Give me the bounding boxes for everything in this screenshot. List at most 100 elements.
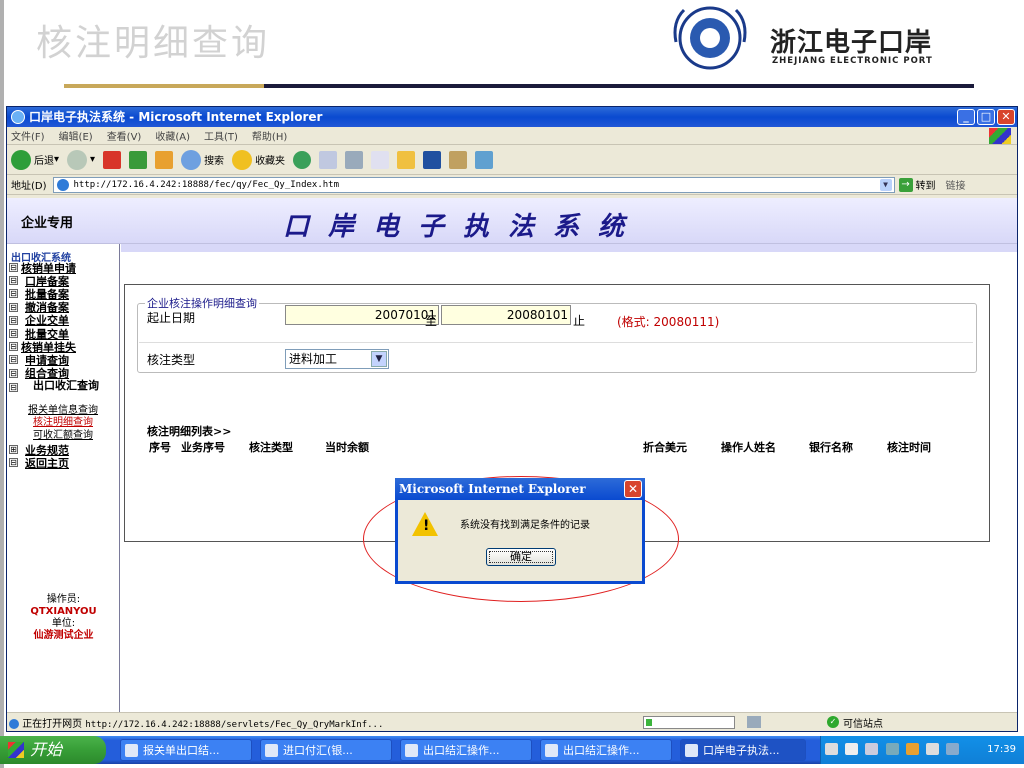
menu-favorites[interactable]: 收藏(A) [155, 128, 190, 143]
sidebar-subitem[interactable]: 核注明细查询 [7, 418, 119, 429]
collapse-icon[interactable]: ⊟ [9, 289, 18, 299]
collapse-icon[interactable]: ⊟ [9, 355, 18, 365]
menubar: 文件(F) 编辑(E) 查看(V) 收藏(A) 工具(T) 帮助(H) [7, 127, 1017, 145]
slide-title: 核注明细查询 [36, 23, 271, 64]
collapse-icon[interactable]: ⊟ [9, 342, 18, 352]
collapse-icon[interactable]: ⊟ [9, 263, 18, 273]
sidebar-item[interactable]: ⊟ 返回主页 [7, 456, 119, 470]
collapse-icon[interactable]: ⊟ [9, 329, 18, 339]
menu-help[interactable]: 帮助(H) [252, 128, 287, 143]
dialog-titlebar[interactable]: Microsoft Internet Explorer ✕ [395, 478, 645, 500]
window-icon [545, 744, 558, 757]
folder-icon[interactable] [397, 150, 416, 169]
end-date-input[interactable]: 20080101 [441, 305, 571, 325]
column-header: 序号 [149, 441, 171, 454]
clock: 17:39 [987, 744, 1016, 755]
messenger-icon[interactable] [423, 150, 442, 169]
taskbar-button[interactable]: 报关单出口结... [120, 739, 252, 761]
mail-icon[interactable] [319, 150, 338, 169]
address-dropdown-icon[interactable]: ▼ [879, 178, 892, 191]
volume-icon[interactable] [925, 743, 939, 755]
collapse-icon[interactable]: ⊟ [9, 458, 18, 468]
window-icon [265, 744, 278, 757]
menu-tools[interactable]: 工具(T) [204, 128, 238, 143]
collapse-icon[interactable]: ⊟ [9, 302, 18, 312]
ie-window: 口岸电子执法系统 - Microsoft Internet Explorer _… [6, 106, 1018, 732]
taskbar: 开始 报关单出口结... 进口付汇(银... 出口结汇操作... 出口结汇操作... 口… [0, 736, 1024, 764]
window-titlebar[interactable]: 口岸电子执法系统 - Microsoft Internet Explorer _… [7, 107, 1017, 127]
taskbar-label: 出口结汇操作... [563, 744, 640, 757]
menu-edit[interactable]: 编辑(E) [59, 128, 93, 143]
collapse-icon[interactable]: ⊟ [9, 368, 18, 378]
minimize-button[interactable]: _ [957, 109, 975, 125]
im-icon[interactable] [905, 743, 919, 755]
maximize-button[interactable]: □ [977, 109, 995, 125]
address-text: http://172.16.4.242:18888/fec/qy/Fec_Qy_… [73, 179, 340, 190]
ok-button[interactable]: 确定 [486, 548, 556, 566]
sidebar-subitem[interactable]: 报关单信息查询 [7, 405, 119, 417]
research-icon[interactable] [449, 150, 468, 169]
stop-icon[interactable] [103, 150, 122, 169]
menu-file[interactable]: 文件(F) [11, 128, 45, 143]
links-button[interactable]: 链接 [946, 177, 966, 192]
start-date-input[interactable]: 20070101 [285, 305, 439, 325]
security-zone: ✓ 可信站点 [827, 715, 883, 730]
column-header: 银行名称 [809, 441, 853, 454]
alert-dialog: Microsoft Internet Explorer ✕ ! 系统没有找到满足… [395, 478, 645, 584]
type-select[interactable]: 进料加工 ▼ [285, 349, 389, 369]
go-button[interactable]: → 转到 [898, 177, 936, 192]
collapse-icon[interactable]: ⊟ [9, 315, 18, 325]
back-button[interactable]: 后退 ▾ [11, 149, 59, 170]
toolbar: 后退 ▾ ▾ 搜索 收藏夹 [7, 145, 1017, 175]
collapse-icon[interactable]: ⊟ [9, 382, 18, 392]
taskbar-label: 出口结汇操作... [423, 744, 500, 757]
arrow-icon[interactable] [885, 743, 899, 755]
collapse-icon[interactable]: ⊟ [9, 276, 18, 286]
history-icon[interactable] [293, 150, 312, 169]
status-bar: 正在打开网页 http://172.16.4.242:18888/servlet… [7, 712, 1017, 731]
window-icon [125, 744, 138, 757]
forward-button[interactable]: ▾ [67, 149, 95, 170]
keyboard-icon[interactable] [825, 743, 838, 755]
home-icon[interactable] [155, 150, 174, 169]
column-header: 当时余额 [325, 441, 369, 454]
menu-view[interactable]: 查看(V) [107, 128, 142, 143]
date-label: 起止日期 [147, 311, 196, 325]
page-banner: 企业专用 口岸电子执法系统 [7, 198, 1017, 244]
sidebar-group-query[interactable]: ⊟ 出口收汇查询 [7, 380, 119, 404]
taskbar-button[interactable]: 出口结汇操作... [540, 739, 672, 761]
chevron-down-icon[interactable]: ▼ [371, 351, 387, 367]
network-icon[interactable] [865, 743, 879, 755]
close-button[interactable]: ✕ [997, 109, 1015, 125]
taskbar-button[interactable]: 进口付汇(银... [260, 739, 392, 761]
taskbar-button[interactable]: 口岸电子执法... [680, 739, 806, 761]
stop-label: 止 [573, 314, 586, 328]
monitor-icon[interactable] [946, 743, 960, 755]
edit-icon[interactable] [371, 150, 390, 169]
date-format-hint: (格式: 20080111) [617, 315, 720, 329]
search-button[interactable]: 搜索 [181, 149, 224, 170]
discuss-icon[interactable] [475, 150, 494, 169]
taskbar-button[interactable]: 出口结汇操作... [400, 739, 532, 761]
star-icon [232, 149, 253, 170]
go-arrow-icon: → [898, 177, 913, 192]
refresh-icon[interactable] [129, 150, 148, 169]
print-icon[interactable] [345, 150, 364, 169]
column-header: 折合美元 [643, 441, 687, 454]
favorites-button[interactable]: 收藏夹 [232, 149, 285, 170]
page-loading-icon [9, 718, 19, 729]
enterprise-label: 企业专用 [21, 216, 74, 231]
system-title: 口岸电子执法系统 [283, 212, 644, 242]
taskbar-label: 报关单出口结... [143, 744, 220, 757]
sidebar-subitem[interactable]: 可收汇额查询 [7, 430, 119, 442]
start-button[interactable]: 开始 [0, 736, 106, 764]
sidebar-item[interactable]: ⊟ 组合查询 [7, 367, 119, 380]
operator-value: QTXIANYOU [30, 606, 97, 617]
column-header: 操作人姓名 [721, 441, 776, 454]
dialog-close-icon[interactable]: ✕ [624, 480, 642, 498]
sidebar: 出口收汇系统 ⊟ 核销单申请 ⊟ 口岸备案 ⊟ 批量备案 ⊟ 撤消备案 ⊟ 企业交单 ⊟ 批量交单 ⊟ 核… [7, 244, 120, 712]
ie-icon [11, 110, 25, 124]
address-input[interactable]: http://172.16.4.242:18888/fec/qy/Fec_Qy_… [52, 176, 895, 193]
collapse-icon[interactable]: ⊞ [9, 445, 18, 455]
pen-icon[interactable] [845, 743, 859, 755]
